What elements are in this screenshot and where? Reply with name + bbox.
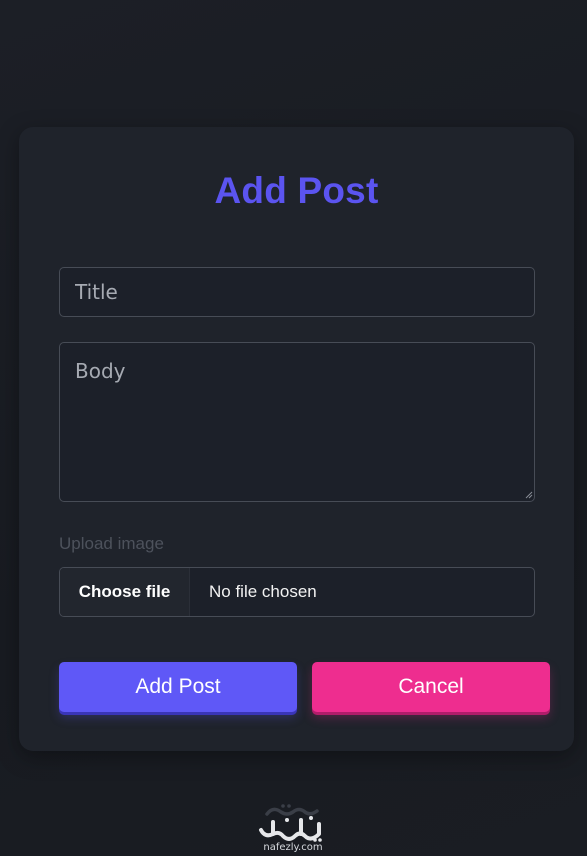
choose-file-button[interactable]: Choose file [60,568,190,616]
file-status-text: No file chosen [209,582,317,601]
upload-image-label: Upload image [59,534,164,553]
body-textarea[interactable] [59,342,535,502]
cancel-button[interactable]: Cancel [312,662,550,712]
watermark-url: nafezly.com [263,842,323,853]
page-title: Add Post [214,170,379,211]
title-input[interactable] [59,267,535,317]
watermark: nafezly.com [253,800,333,853]
nafezly-logo-icon [259,804,322,842]
page: Add Post Upload image Choose file No fil… [0,0,587,856]
resize-grip-icon[interactable] [523,489,533,499]
file-input[interactable]: Choose file No file chosen [59,567,535,617]
add-post-button[interactable]: Add Post [59,662,297,712]
